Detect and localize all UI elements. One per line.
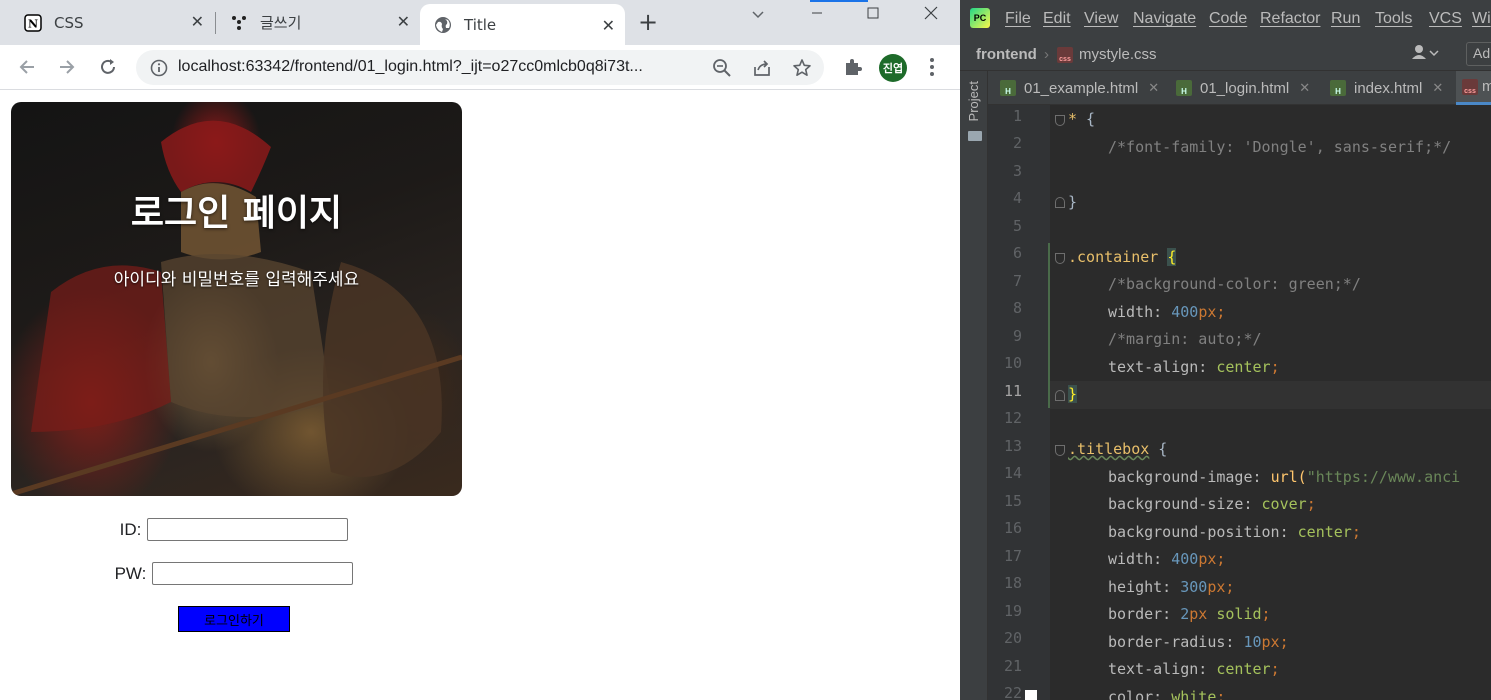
page-subtitle: 아이디와 비밀번호를 입력해주세요 — [113, 270, 360, 290]
breadcrumb-file[interactable]: mystyle.css — [1079, 46, 1157, 63]
tab-write[interactable]: 글쓰기 ✕ — [220, 0, 420, 45]
window-close-icon[interactable] — [908, 0, 954, 26]
menu-refactor[interactable]: Refactor — [1260, 10, 1320, 28]
menu-window[interactable]: Wi — [1472, 10, 1491, 28]
tab-divider — [215, 12, 216, 34]
menu-tools[interactable]: Tools — [1375, 10, 1412, 28]
puzzle-icon[interactable] — [842, 56, 864, 82]
new-tab-button[interactable]: + — [638, 10, 658, 34]
menu-navigate[interactable]: Navigate — [1133, 10, 1196, 28]
info-icon[interactable] — [150, 59, 168, 81]
menu-vcs[interactable]: VCS — [1429, 10, 1462, 28]
editor-tab-label: 01_login.html — [1200, 79, 1290, 97]
svg-text:N: N — [28, 17, 38, 30]
forward-arrow-icon[interactable] — [55, 55, 79, 79]
breadcrumb-project[interactable]: frontend — [976, 46, 1037, 63]
close-icon[interactable]: ✕ — [1432, 80, 1443, 96]
menu-view[interactable]: View — [1084, 10, 1118, 28]
chevron-down-icon[interactable] — [750, 6, 766, 25]
close-icon[interactable]: ✕ — [1148, 80, 1159, 96]
menu-code[interactable]: Code — [1209, 10, 1247, 28]
ide-window: PC File Edit View Navigate Code Refactor… — [960, 0, 1491, 700]
user-icon[interactable] — [1412, 44, 1442, 63]
tab-title: Title — [464, 15, 497, 34]
browser-toolbar: localhost:63342/frontend/01_login.html?_… — [0, 45, 960, 90]
minimize-icon[interactable] — [794, 0, 840, 26]
menu-edit[interactable]: Edit — [1043, 10, 1071, 28]
browser-window: N CSS ✕ 글쓰기 ✕ Title ✕ + localhost:63342/… — [0, 0, 960, 700]
html-file-icon: H — [1176, 80, 1192, 96]
close-icon[interactable]: ✕ — [191, 14, 204, 30]
project-tool-label[interactable]: Project — [966, 81, 981, 121]
id-label: ID: — [119, 519, 142, 539]
title-box: 로그인 페이지 아이디와 비밀번호를 입력해주세요 — [11, 102, 462, 496]
warrior-illustration — [11, 120, 462, 496]
tab-title-page[interactable]: Title ✕ — [420, 4, 625, 45]
html-file-icon: H — [1330, 80, 1346, 96]
folder-icon[interactable] — [968, 131, 982, 141]
line-gutter — [988, 105, 1050, 700]
close-icon[interactable]: ✕ — [602, 18, 615, 34]
breadcrumb-separator: › — [1044, 46, 1049, 63]
code-editor[interactable] — [1050, 105, 1491, 700]
css-file-icon: css — [1057, 47, 1073, 63]
editor-tabs: H 01_example.html ✕ H 01_login.html ✕ H … — [988, 71, 1491, 105]
menu-run[interactable]: Run — [1331, 10, 1360, 28]
kebab-menu-icon[interactable] — [924, 56, 940, 82]
maximize-icon[interactable] — [850, 0, 896, 26]
page-content: 로그인 페이지 아이디와 비밀번호를 입력해주세요 ID: PW: 로그인하기 — [0, 91, 960, 700]
html-file-icon: H — [1000, 80, 1016, 96]
pycharm-logo-icon: PC — [970, 8, 990, 28]
page-title: 로그인 페이지 — [130, 193, 343, 234]
project-sidebar: Project — [960, 71, 988, 700]
editor-tab-login[interactable]: H 01_login.html ✕ — [1176, 71, 1310, 105]
tab-css[interactable]: N CSS ✕ — [14, 0, 214, 45]
css-file-icon: css — [1462, 78, 1478, 95]
id-input[interactable] — [147, 518, 349, 541]
close-icon[interactable]: ✕ — [1299, 80, 1310, 96]
editor-tab-index[interactable]: H index.html ✕ — [1330, 71, 1443, 105]
add-configuration-button[interactable]: Ad — [1466, 42, 1491, 66]
pw-input[interactable] — [152, 562, 354, 585]
tab-title: CSS — [54, 13, 84, 32]
address-bar[interactable]: localhost:63342/frontend/01_login.html?_… — [136, 50, 824, 85]
editor-tab-mystyle[interactable]: css m — [1456, 71, 1491, 105]
zoom-icon[interactable] — [712, 58, 732, 78]
tab-strip: N CSS ✕ 글쓰기 ✕ Title ✕ + — [0, 0, 960, 45]
back-arrow-icon[interactable] — [15, 55, 39, 79]
reload-icon[interactable] — [96, 55, 120, 79]
tab-title: 글쓰기 — [260, 14, 302, 32]
url-text[interactable]: localhost:63342/frontend/01_login.html?_… — [178, 58, 698, 76]
id-row: ID: — [0, 518, 468, 541]
pw-label: PW: — [114, 563, 147, 583]
globe-icon — [434, 16, 452, 34]
notion-icon: N — [24, 13, 42, 32]
avatar[interactable]: 진엽 — [879, 54, 907, 82]
editor-tab-example[interactable]: H 01_example.html ✕ — [1000, 71, 1159, 105]
dots-icon — [230, 14, 248, 32]
editor-tab-label: m — [1482, 78, 1491, 95]
share-icon[interactable] — [752, 58, 772, 78]
bookmark-star-icon[interactable] — [792, 58, 812, 78]
login-button[interactable]: 로그인하기 — [178, 606, 290, 632]
close-icon[interactable]: ✕ — [397, 14, 410, 30]
menu-file[interactable]: File — [1005, 10, 1031, 28]
editor-tab-label: index.html — [1354, 79, 1423, 97]
editor-tab-label: 01_example.html — [1024, 79, 1139, 97]
ide-menubar: PC File Edit View Navigate Code Refactor… — [960, 0, 1491, 39]
pw-row: PW: — [0, 562, 468, 585]
